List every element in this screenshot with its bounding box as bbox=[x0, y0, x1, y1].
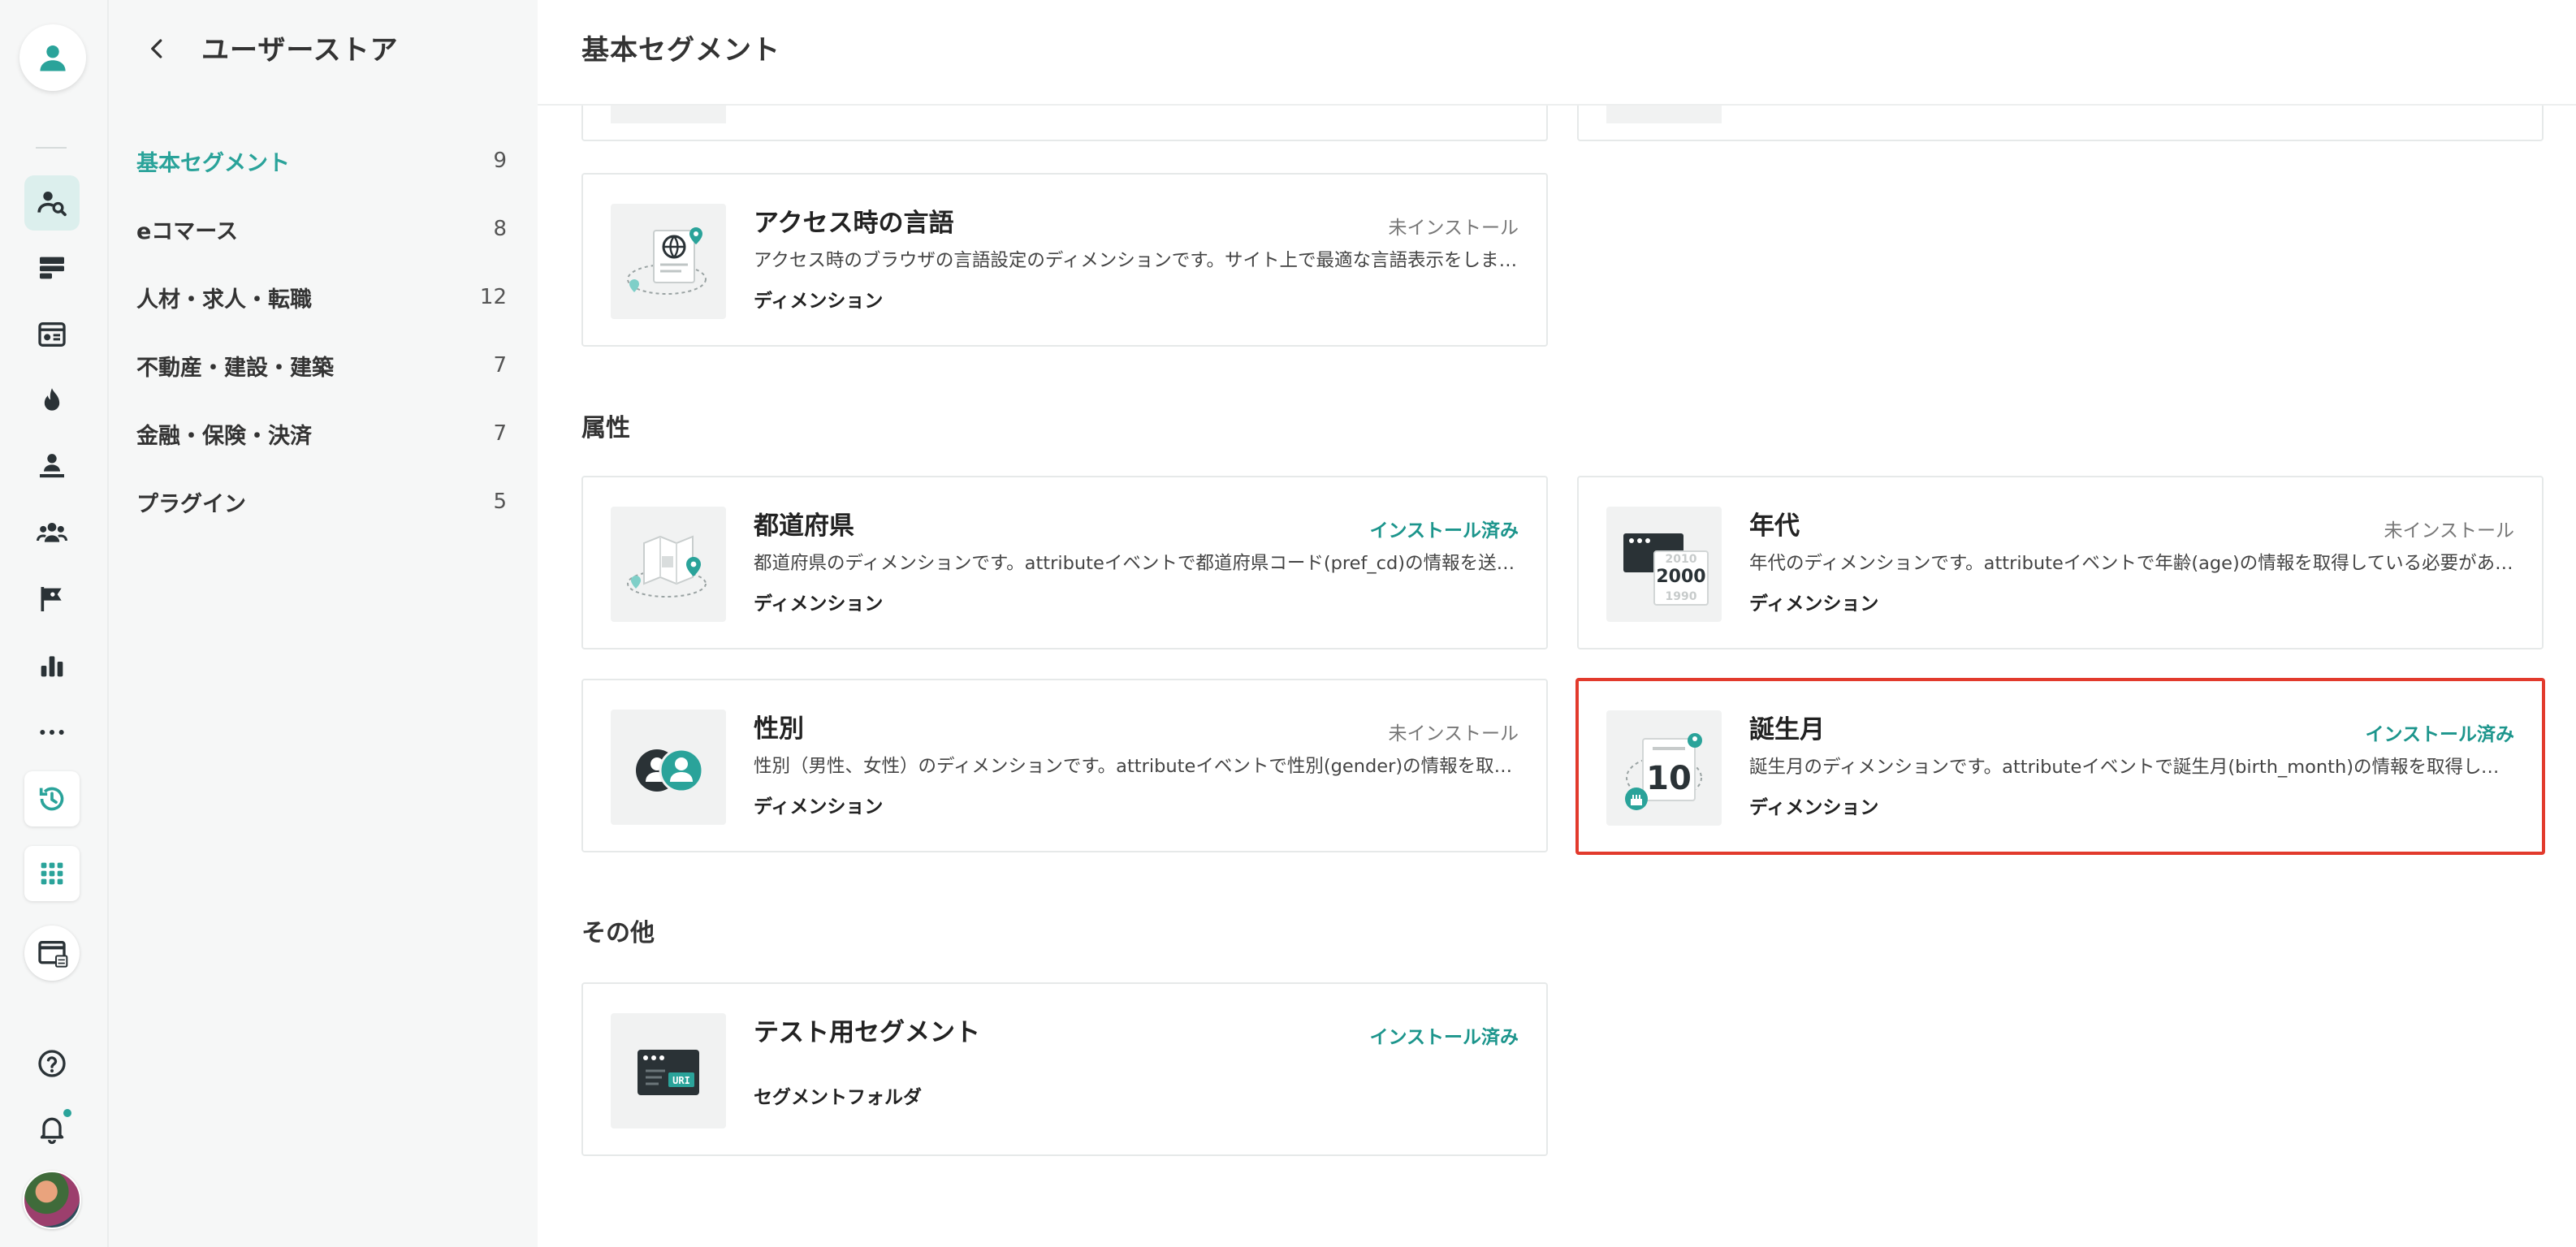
card-type: ディメンション bbox=[754, 796, 884, 818]
uri-label: URI bbox=[672, 1075, 690, 1086]
sidebar-item-count: 7 bbox=[493, 421, 507, 446]
category-sidebar: ユーザーストア 基本セグメント 9 eコマース 8 人材・求人・転職 12 不動… bbox=[109, 0, 538, 1247]
sidebar-item-label: eコマース bbox=[136, 218, 238, 244]
sidebar-item-label: 不動産・建設・建築 bbox=[136, 355, 334, 381]
sidebar-item-recruiting[interactable]: 人材・求人・転職 12 bbox=[136, 273, 507, 321]
birthday-calendar-icon: 10 bbox=[1606, 710, 1722, 826]
sidebar-item-ecommerce[interactable]: eコマース 8 bbox=[136, 205, 507, 253]
apps-grid-icon[interactable] bbox=[24, 846, 80, 901]
card-thumbnail bbox=[611, 106, 726, 123]
sidebar-item-finance[interactable]: 金融・保険・決済 7 bbox=[136, 409, 507, 458]
user-search-icon[interactable] bbox=[24, 175, 80, 231]
sidebar-item-label: 金融・保険・決済 bbox=[136, 423, 312, 449]
card-title: 性別 bbox=[754, 714, 804, 744]
year-top-label: 2010 bbox=[1666, 553, 1697, 566]
uri-browser-icon: URI bbox=[611, 1013, 726, 1128]
card-type: ディメンション bbox=[754, 593, 884, 615]
card-description: 誕生月のディメンションです。attributeイベントで誕生月(birth_mo… bbox=[1749, 757, 2516, 778]
segment-card-age-group[interactable]: 2010 2000 1990 年代 未インストール 年代のディメンションです。a… bbox=[1577, 476, 2544, 649]
card-type: ディメンション bbox=[1749, 797, 1879, 818]
year-calendar-icon: 2010 2000 1990 bbox=[1606, 507, 1722, 622]
gender-people-icon bbox=[611, 710, 726, 825]
install-status: インストール済み bbox=[1369, 1027, 1519, 1048]
card-description: 年代のディメンションです。attributeイベントで年齢(age)の情報を取得… bbox=[1749, 553, 2516, 574]
card-partial[interactable] bbox=[1577, 106, 2544, 141]
sidebar-item-basic-segment[interactable]: 基本セグメント 9 bbox=[136, 136, 507, 185]
window-icon[interactable] bbox=[24, 926, 80, 981]
avatar[interactable] bbox=[23, 1171, 81, 1229]
card-type: ディメンション bbox=[754, 291, 884, 312]
sidebar-item-count: 8 bbox=[493, 217, 507, 241]
sidebar-item-count: 12 bbox=[479, 285, 507, 309]
year-main-label: 2000 bbox=[1656, 567, 1705, 587]
card-type: ディメンション bbox=[1749, 593, 1879, 615]
card-thumbnail bbox=[1606, 106, 1722, 123]
card-title: 都道府県 bbox=[754, 511, 854, 541]
globe-document-icon bbox=[611, 204, 726, 319]
install-status: 未インストール bbox=[1388, 218, 1519, 239]
map-pin-icon bbox=[611, 507, 726, 622]
install-status: 未インストール bbox=[1388, 723, 1519, 744]
help-icon[interactable] bbox=[24, 1036, 80, 1091]
sidebar-item-label: 人材・求人・転職 bbox=[136, 287, 312, 313]
user-profile-icon[interactable] bbox=[19, 24, 86, 91]
card-type: セグメントフォルダ bbox=[754, 1087, 922, 1108]
bar-chart-icon[interactable] bbox=[24, 638, 80, 693]
install-status: インストール済み bbox=[2365, 724, 2514, 745]
calendar-day-label: 10 bbox=[1646, 760, 1692, 797]
card-description: 性別（男性、女性）のディメンションです。attributeイベントで性別(gen… bbox=[754, 756, 1520, 777]
main-header: 基本セグメント bbox=[538, 0, 2576, 106]
rail-divider bbox=[36, 147, 67, 149]
sidebar-item-count: 7 bbox=[493, 353, 507, 378]
sidebar-title: ユーザーストア bbox=[201, 34, 399, 67]
notification-dot bbox=[62, 1107, 73, 1119]
user-desk-icon[interactable] bbox=[24, 438, 80, 494]
card-title: 誕生月 bbox=[1749, 715, 1825, 744]
segment-card-prefecture[interactable]: 都道府県 インストール済み 都道府県のディメンションです。attributeイベ… bbox=[581, 476, 1548, 649]
history-icon[interactable] bbox=[24, 771, 80, 826]
more-icon[interactable] bbox=[24, 705, 80, 760]
icon-rail bbox=[0, 0, 109, 1247]
flag-icon[interactable] bbox=[24, 572, 80, 627]
card-title: テスト用セグメント bbox=[754, 1018, 980, 1047]
bell-icon[interactable] bbox=[24, 1101, 80, 1156]
segment-card-language[interactable]: アクセス時の言語 未インストール アクセス時のブラウザの言語設定のディメンション… bbox=[581, 173, 1548, 347]
sidebar-item-real-estate[interactable]: 不動産・建設・建築 7 bbox=[136, 341, 507, 390]
fire-icon[interactable] bbox=[24, 373, 80, 429]
year-bottom-label: 1990 bbox=[1666, 590, 1697, 603]
back-button[interactable] bbox=[140, 31, 175, 67]
section-title-attributes: 属性 bbox=[581, 414, 630, 442]
section-title-other: その他 bbox=[581, 919, 655, 947]
card-title: 年代 bbox=[1749, 511, 1800, 541]
card-description: アクセス時のブラウザの言語設定のディメンションです。サイト上で最適な言語表示をし… bbox=[754, 250, 1520, 271]
card-title: アクセス時の言語 bbox=[754, 209, 954, 238]
install-status: 未インストール bbox=[2384, 520, 2514, 542]
segment-card-test-segment[interactable]: URI テスト用セグメント インストール済み セグメントフォルダ bbox=[581, 982, 1548, 1156]
segment-card-gender[interactable]: 性別 未インストール 性別（男性、女性）のディメンションです。attribute… bbox=[581, 679, 1548, 852]
sidebar-item-count: 5 bbox=[493, 490, 507, 514]
sidebar-item-label: プラグイン bbox=[136, 491, 246, 517]
card-partial[interactable] bbox=[581, 106, 1548, 141]
sidebar-item-count: 9 bbox=[493, 149, 507, 173]
card-description: 都道府県のディメンションです。attributeイベントで都道府県コード(pre… bbox=[754, 553, 1520, 574]
page-title: 基本セグメント bbox=[581, 34, 780, 67]
install-status: インストール済み bbox=[1369, 520, 1519, 542]
chevron-left-icon bbox=[151, 39, 162, 58]
segment-card-birth-month[interactable]: 10 誕生月 インストール済み 誕生月のディメンションです。attributeイ… bbox=[1575, 678, 2545, 855]
dashboard-icon[interactable] bbox=[24, 307, 80, 362]
sidebar-item-plugin[interactable]: プラグイン 5 bbox=[136, 477, 507, 526]
group-icon[interactable] bbox=[24, 505, 80, 560]
storage-icon[interactable] bbox=[24, 240, 80, 296]
sidebar-item-label: 基本セグメント bbox=[136, 150, 290, 176]
